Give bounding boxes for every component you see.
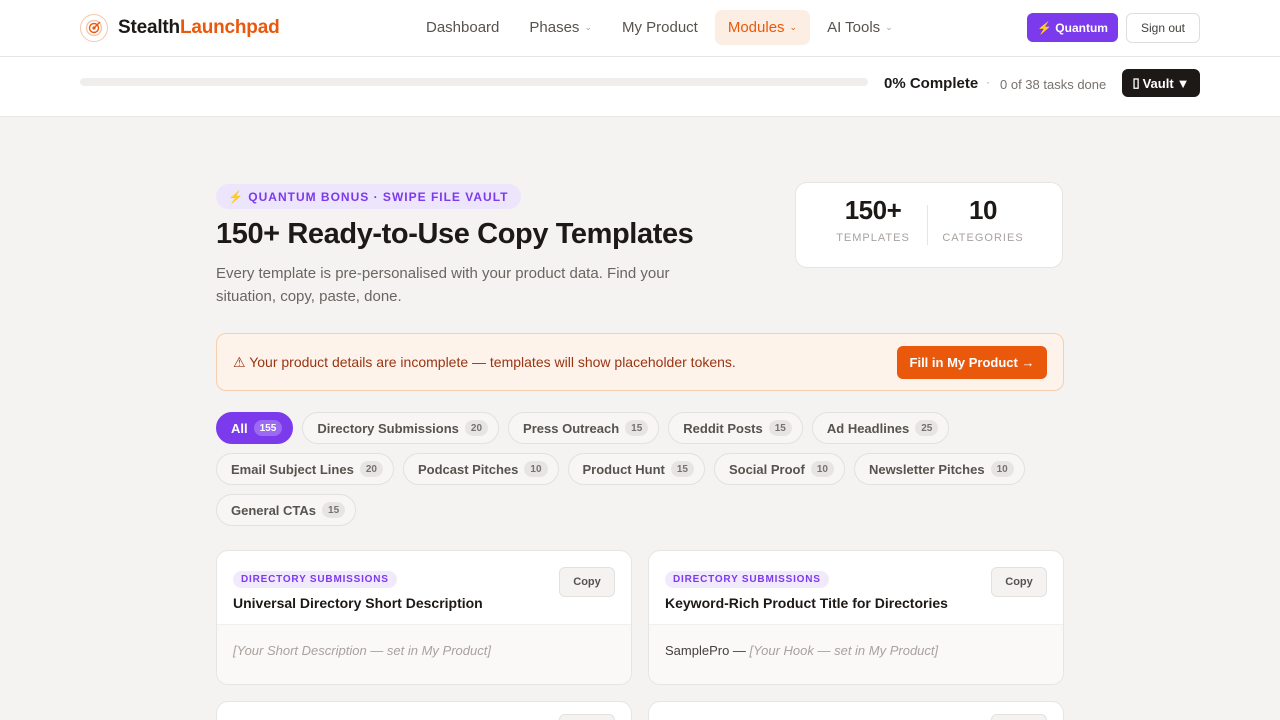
filter-chip-count: 10 bbox=[524, 461, 548, 477]
vault-label: Vault bbox=[1142, 75, 1174, 91]
chevron-down-icon: ⌄ bbox=[789, 22, 798, 32]
filter-chip-count: 15 bbox=[670, 461, 694, 477]
chevron-down-icon: ⌄ bbox=[584, 22, 592, 32]
nav-phases[interactable]: Phases ⌄ bbox=[516, 10, 605, 45]
progress-separator: · bbox=[986, 75, 990, 89]
target-icon bbox=[80, 14, 108, 42]
template-card: DIRECTORY SUBMISSIONS Universal Director… bbox=[216, 550, 632, 685]
copy-button[interactable] bbox=[559, 714, 615, 720]
filter-chip-count: 20 bbox=[464, 420, 489, 436]
filter-chip[interactable]: Press Outreach 15 bbox=[508, 412, 660, 444]
filter-chip-label: Directory Submissions bbox=[317, 420, 459, 436]
stat-divider bbox=[927, 205, 928, 245]
filter-chip[interactable]: Podcast Pitches 10 bbox=[402, 453, 559, 485]
nav-ai-tools[interactable]: AI Tools ⌄ bbox=[814, 10, 906, 45]
template-category-tag: DIRECTORY SUBMISSIONS bbox=[233, 571, 397, 588]
nav-modules[interactable]: Modules ⌄ bbox=[714, 10, 811, 45]
progress-percent: 0% Complete bbox=[884, 75, 979, 92]
stat-label: TEMPLATES bbox=[836, 232, 910, 244]
fill-in-product-button[interactable]: Fill in My Product → bbox=[897, 346, 1047, 379]
nav-label: Dashboard bbox=[426, 19, 500, 36]
vault-dropdown-button[interactable]: ▯ Vault ▼ bbox=[1122, 69, 1200, 97]
brand-name-part1: Stealth bbox=[118, 17, 180, 38]
template-body[interactable]: SamplePro — [Your Hook — set in My Produ… bbox=[649, 624, 1063, 684]
category-filters: All 155 Directory Submissions 20 Press Outre… bbox=[216, 412, 1064, 526]
filter-chip[interactable]: All 155 bbox=[216, 412, 294, 444]
copy-button[interactable]: Copy bbox=[559, 567, 615, 597]
filter-chip[interactable]: Ad Headlines 25 bbox=[811, 412, 950, 444]
progress-section: 0% Complete · 0 of 38 tasks done ▯ Vault… bbox=[0, 57, 1280, 117]
page-title: 150+ Ready-to-Use Copy Templates bbox=[216, 218, 694, 250]
page-subtitle: Every template is pre-personalised with … bbox=[216, 265, 670, 305]
template-title: Keyword-Rich Product Title for Directori… bbox=[665, 595, 948, 611]
incomplete-product-warning: ⚠ Your product details are incomplete — … bbox=[216, 333, 1064, 391]
filter-chip-label: Podcast Pitches bbox=[417, 461, 519, 477]
nav-my-product[interactable]: My Product bbox=[609, 10, 711, 45]
stat-value: 10 bbox=[969, 195, 997, 225]
brand-name-part2: Launchpad bbox=[179, 17, 280, 38]
progress-tasks-count: 0 of 38 tasks done bbox=[1000, 77, 1107, 92]
nav-dashboard[interactable]: Dashboard bbox=[413, 10, 512, 45]
copy-button[interactable]: Copy bbox=[991, 567, 1047, 597]
filter-chip-count: 10 bbox=[990, 461, 1014, 477]
filter-chip-label: Product Hunt bbox=[582, 461, 665, 477]
filter-chip[interactable]: Social Proof 10 bbox=[713, 453, 845, 485]
quantum-button[interactable]: ⚡ Quantum bbox=[1027, 13, 1118, 42]
nav-label: AI Tools bbox=[827, 19, 881, 36]
filter-chip-label: Reddit Posts bbox=[683, 420, 763, 436]
warning-text: ⚠ Your product details are incomplete — … bbox=[233, 354, 736, 370]
copy-button[interactable] bbox=[991, 714, 1047, 720]
filter-chip-count: 15 bbox=[768, 420, 792, 436]
filter-chip-count: 25 bbox=[915, 420, 939, 436]
template-placeholder: [Your Short Description — set in My Prod… bbox=[233, 643, 491, 658]
template-card: DIRECTORY SUBMISSIONS Keyword-Rich Produ… bbox=[648, 550, 1064, 685]
main-nav: Dashboard Phases ⌄ My Product Modules ⌄ AI… bbox=[413, 10, 906, 45]
filter-chip-label: All bbox=[231, 420, 248, 436]
template-body[interactable]: [Your Short Description — set in My Prod… bbox=[217, 624, 631, 684]
filter-chip-label: Newsletter Pitches bbox=[868, 461, 985, 477]
stat-templates: 150+ TEMPLATES bbox=[823, 195, 923, 244]
nav-label: My Product bbox=[621, 19, 698, 36]
filter-chip-count: 20 bbox=[359, 461, 383, 477]
filter-chip-count: 10 bbox=[810, 461, 834, 477]
template-category-tag: DIRECTORY SUBMISSIONS bbox=[665, 571, 829, 588]
chevron-down-icon: ▼ bbox=[1176, 75, 1190, 91]
filter-chip-label: Press Outreach bbox=[523, 420, 620, 436]
stat-label: CATEGORIES bbox=[942, 232, 1024, 244]
stat-value: 150+ bbox=[844, 195, 902, 225]
template-body-prefix: SamplePro — bbox=[665, 643, 750, 658]
progress-bar bbox=[80, 78, 868, 86]
nav-label: Phases bbox=[529, 19, 580, 36]
filter-chip[interactable]: General CTAs 15 bbox=[216, 494, 357, 526]
filter-chip[interactable]: Email Subject Lines 20 bbox=[216, 453, 394, 485]
filter-chip[interactable]: Directory Submissions 20 bbox=[302, 412, 500, 444]
filter-chip-label: Email Subject Lines bbox=[231, 461, 354, 477]
filter-chip[interactable]: Newsletter Pitches 10 bbox=[853, 453, 1025, 485]
filter-chip-label: Ad Headlines bbox=[826, 420, 910, 436]
vault-icon: ▯ bbox=[1132, 75, 1140, 90]
template-placeholder: [Your Hook — set in My Product] bbox=[749, 643, 939, 658]
stats-card: 150+ TEMPLATES 10 CATEGORIES bbox=[795, 182, 1063, 268]
top-navbar: StealthLaunchpad Dashboard Phases ⌄ My Pr… bbox=[0, 0, 1280, 57]
template-card bbox=[648, 701, 1064, 720]
brand-name: StealthLaunchpad bbox=[118, 17, 280, 39]
template-card bbox=[216, 701, 632, 720]
template-title: Universal Directory Short Description bbox=[233, 595, 483, 611]
filter-chip[interactable]: Reddit Posts 15 bbox=[668, 412, 803, 444]
filter-chip-count: 15 bbox=[625, 420, 649, 436]
filter-chip[interactable]: Product Hunt 15 bbox=[567, 453, 705, 485]
filter-chip-count: 155 bbox=[253, 420, 283, 436]
filter-chip-label: General CTAs bbox=[231, 502, 317, 518]
sign-out-button[interactable]: Sign out bbox=[1126, 13, 1200, 43]
filter-chip-label: Social Proof bbox=[728, 461, 805, 477]
stat-categories: 10 CATEGORIES bbox=[933, 195, 1033, 244]
filter-chip-count: 15 bbox=[322, 502, 346, 518]
nav-label: Modules bbox=[727, 19, 785, 36]
brand-logo-link[interactable]: StealthLaunchpad bbox=[80, 14, 280, 42]
chevron-down-icon: ⌄ bbox=[885, 22, 893, 32]
hero-badge: ⚡ QUANTUM BONUS · SWIPE FILE VAULT bbox=[216, 184, 521, 209]
